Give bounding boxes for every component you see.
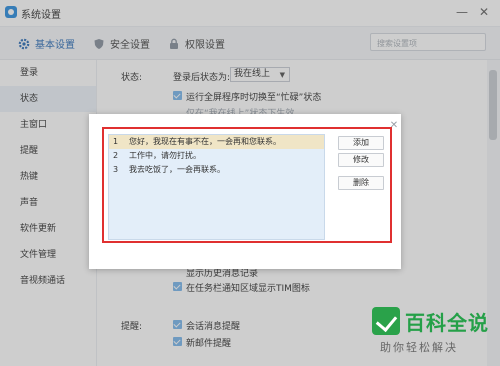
list-item[interactable]: 1 您好，我现在有事不在，一会再和您联系。 — [109, 135, 324, 149]
item-number: 1 — [113, 137, 119, 146]
delete-button[interactable]: 删除 — [338, 176, 384, 190]
item-text: 工作中，请勿打扰。 — [129, 151, 201, 160]
watermark-subtitle: 助你轻松解决 — [380, 341, 458, 354]
checkmark-badge-icon — [372, 307, 400, 335]
item-text: 我去吃饭了，一会再联系。 — [129, 165, 225, 174]
add-button[interactable]: 添加 — [338, 136, 384, 150]
item-number: 2 — [113, 151, 119, 160]
list-item[interactable]: 3 我去吃饭了，一会再联系。 — [109, 163, 324, 177]
item-number: 3 — [113, 165, 119, 174]
watermark: 百科全说 助你轻松解决 — [372, 307, 490, 359]
list-item[interactable]: 2 工作中，请勿打扰。 — [109, 149, 324, 163]
edit-button[interactable]: 修改 — [338, 153, 384, 167]
dialog-close-icon[interactable]: ✕ — [389, 121, 399, 131]
auto-reply-list[interactable]: 1 您好，我现在有事不在，一会再和您联系。 2 工作中，请勿打扰。 3 我去吃饭… — [108, 134, 325, 240]
item-text: 您好，我现在有事不在，一会再和您联系。 — [129, 137, 281, 146]
watermark-title: 百科全说 — [405, 311, 489, 335]
